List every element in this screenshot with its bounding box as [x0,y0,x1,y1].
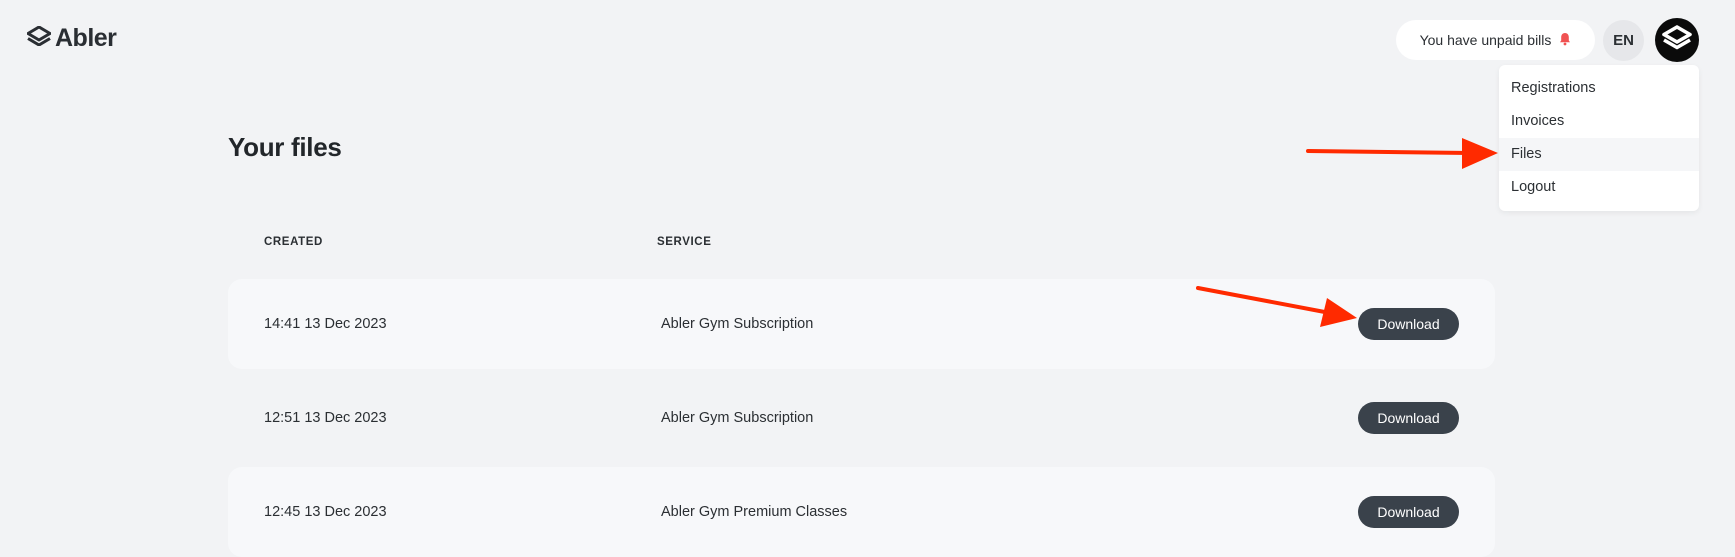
logo-text: Abler [55,24,117,52]
menu-item-invoices[interactable]: Invoices [1499,105,1699,138]
menu-item-registrations[interactable]: Registrations [1499,72,1699,105]
download-button[interactable]: Download [1358,496,1459,528]
file-service: Abler Gym Premium Classes [661,504,848,520]
top-bar: Abler You have unpaid bills EN [0,0,1735,80]
abler-logo-icon [26,25,52,51]
page-title: Your files [228,132,342,162]
unpaid-bills-button[interactable]: You have unpaid bills [1396,20,1595,60]
column-header-service: SERVICE [657,236,712,248]
annotation-arrow-files [1306,138,1498,169]
menu-item-logout[interactable]: Logout [1499,171,1699,204]
unpaid-bills-label: You have unpaid bills [1419,32,1552,48]
table-row: 12:51 13 Dec 2023 Abler Gym Subscription… [228,373,1495,463]
download-button[interactable]: Download [1358,402,1459,434]
file-created-date: 12:51 13 Dec 2023 [264,410,387,426]
file-service: Abler Gym Subscription [661,410,814,426]
menu-item-files[interactable]: Files [1499,138,1699,171]
file-service: Abler Gym Subscription [661,316,814,332]
table-row: 12:45 13 Dec 2023 Abler Gym Premium Clas… [228,467,1495,557]
download-button[interactable]: Download [1358,308,1459,340]
file-created-date: 14:41 13 Dec 2023 [264,316,387,332]
account-dropdown-menu: Registrations Invoices Files Logout [1499,65,1699,211]
table-row: 14:41 13 Dec 2023 Abler Gym Subscription… [228,279,1495,369]
column-header-created: CREATED [264,236,323,248]
file-created-date: 12:45 13 Dec 2023 [264,504,387,520]
avatar-logo-icon [1661,24,1693,57]
account-avatar-button[interactable] [1655,18,1699,62]
language-button[interactable]: EN [1603,20,1644,61]
bell-icon [1559,32,1571,49]
abler-logo[interactable]: Abler [26,24,117,53]
